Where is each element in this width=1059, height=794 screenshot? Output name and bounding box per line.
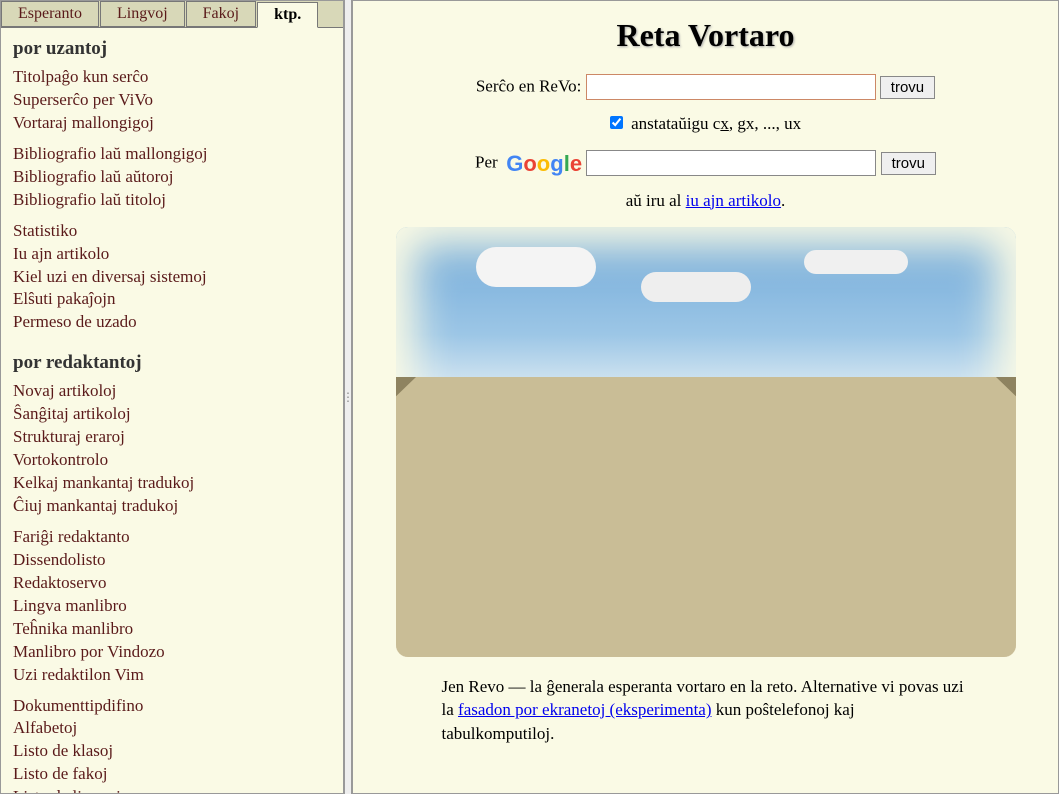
nav-link[interactable]: Elŝuti pakaĵojn xyxy=(13,288,331,311)
nav-link[interactable]: Bibliografio laŭ titoloj xyxy=(13,189,331,212)
nav-link[interactable]: Kiel uzi en diversaj sistemoj xyxy=(13,266,331,289)
google-logo: Google xyxy=(506,151,582,177)
splitter[interactable] xyxy=(344,0,352,794)
sidebar: Esperanto Lingvoj Fakoj ktp. por uzantoj… xyxy=(0,0,344,794)
random-article-link[interactable]: iu ajn artikolo xyxy=(686,191,781,210)
substitute-label-post: , gx, ..., ux xyxy=(729,114,801,133)
nav-link[interactable]: Dissendolisto xyxy=(13,549,331,572)
nav-group-1: Titolpaĝo kun serĉo Superserĉo per ViVo … xyxy=(1,66,343,143)
tab-fakoj[interactable]: Fakoj xyxy=(186,1,256,27)
nav-link[interactable]: Manlibro por Vindozo xyxy=(13,641,331,664)
nav-link[interactable]: Titolpaĝo kun serĉo xyxy=(13,66,331,89)
nav-link[interactable]: Listo de lingvoj xyxy=(13,786,331,794)
page-title: Reta Vortaro xyxy=(383,17,1028,54)
nav-group-5: Fariĝi redaktanto Dissendolisto Redaktos… xyxy=(1,526,343,695)
nav-link[interactable]: Statistiko xyxy=(13,220,331,243)
hero-image xyxy=(396,227,1016,657)
google-search-row: Per Google trovu xyxy=(383,150,1028,177)
nav-link[interactable]: Fariĝi redaktanto xyxy=(13,526,331,549)
section-editors: por redaktantoj xyxy=(1,342,343,380)
nav-group-2: Bibliografio laŭ mallongigoj Bibliografi… xyxy=(1,143,343,220)
nav-link[interactable]: Bibliografio laŭ mallongigoj xyxy=(13,143,331,166)
nav-link[interactable]: Vortokontrolo xyxy=(13,449,331,472)
google-search-input[interactable] xyxy=(586,150,876,176)
nav-link[interactable]: Lingva manlibro xyxy=(13,595,331,618)
nav-link[interactable]: Uzi redaktilon Vim xyxy=(13,664,331,687)
google-search-button[interactable]: trovu xyxy=(881,152,936,175)
substitute-label-pre: anstataŭigu c xyxy=(631,114,720,133)
revo-search-input[interactable] xyxy=(586,74,876,100)
nav-link[interactable]: Permeso de uzado xyxy=(13,311,331,334)
nav-link[interactable]: Listo de fakoj xyxy=(13,763,331,786)
or-suffix: . xyxy=(781,191,785,210)
nav-link[interactable]: Vortaraj mallongigoj xyxy=(13,112,331,135)
description: Jen Revo — la ĝenerala esperanta vortaro… xyxy=(426,675,986,746)
tab-bar: Esperanto Lingvoj Fakoj ktp. xyxy=(1,1,343,28)
nav-link[interactable]: Alfabetoj xyxy=(13,717,331,740)
revo-search-button[interactable]: trovu xyxy=(880,76,935,99)
nav-link[interactable]: Teĥnika manlibro xyxy=(13,618,331,641)
tab-lingvoj[interactable]: Lingvoj xyxy=(100,1,185,27)
nav-link[interactable]: Ŝanĝitaj artikoloj xyxy=(13,403,331,426)
nav-link[interactable]: Listo de klasoj xyxy=(13,740,331,763)
substitute-underline: x xyxy=(720,114,729,133)
nav-link[interactable]: Iu ajn artikolo xyxy=(13,243,331,266)
main-content: Reta Vortaro Serĉo en ReVo: trovu anstat… xyxy=(352,0,1059,794)
nav-link[interactable]: Bibliografio laŭ aŭtoroj xyxy=(13,166,331,189)
nav-link[interactable]: Kelkaj mankantaj tradukoj xyxy=(13,472,331,495)
per-label: Per xyxy=(475,153,498,172)
nav-link[interactable]: Strukturaj eraroj xyxy=(13,426,331,449)
substitute-checkbox[interactable] xyxy=(610,116,623,129)
nav-link[interactable]: Superserĉo per ViVo xyxy=(13,89,331,112)
hero-clouds xyxy=(476,247,596,287)
nav-group-3: Statistiko Iu ajn artikolo Kiel uzi en d… xyxy=(1,220,343,343)
or-prefix: aŭ iru al xyxy=(626,191,686,210)
mobile-facade-link[interactable]: fasadon por ekranetoj (eksperimenta) xyxy=(458,700,711,719)
hero-road xyxy=(396,377,1016,657)
nav-link[interactable]: Ĉiuj mankantaj tradukoj xyxy=(13,495,331,518)
search-label: Serĉo en ReVo: xyxy=(476,77,581,96)
section-users: por uzantoj xyxy=(1,28,343,66)
nav-group-6: Dokumenttipdifino Alfabetoj Listo de kla… xyxy=(1,695,343,794)
nav-link[interactable]: Redaktoservo xyxy=(13,572,331,595)
revo-search-row: Serĉo en ReVo: trovu xyxy=(383,74,1028,100)
nav-link[interactable]: Dokumenttipdifino xyxy=(13,695,331,718)
nav-link[interactable]: Novaj artikoloj xyxy=(13,380,331,403)
tab-ktp[interactable]: ktp. xyxy=(257,2,318,28)
tab-esperanto[interactable]: Esperanto xyxy=(1,1,99,27)
random-article-row: aŭ iru al iu ajn artikolo. xyxy=(383,191,1028,211)
substitute-row: anstataŭigu cx, gx, ..., ux xyxy=(383,114,1028,134)
nav-group-4: Novaj artikoloj Ŝanĝitaj artikoloj Struk… xyxy=(1,380,343,526)
